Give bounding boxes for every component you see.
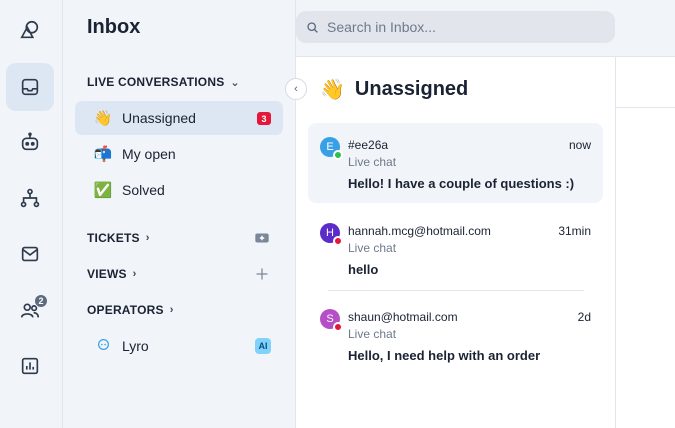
avatar-initial: E bbox=[326, 141, 334, 153]
check-icon: ✅ bbox=[93, 181, 113, 199]
ai-badge: AI bbox=[255, 338, 271, 354]
flows-icon[interactable] bbox=[6, 174, 54, 222]
conversation-time: now bbox=[568, 138, 591, 152]
analytics-icon[interactable] bbox=[6, 342, 54, 390]
offline-status-dot bbox=[333, 322, 343, 332]
unassigned-count-badge: 3 bbox=[257, 112, 271, 125]
search-input[interactable] bbox=[327, 19, 597, 35]
nav-item-unassigned[interactable]: 👋 Unassigned 3 bbox=[75, 101, 283, 135]
conversation-name: #ee26a bbox=[348, 138, 389, 152]
chevron-right-icon: › bbox=[132, 268, 137, 280]
avatar: H bbox=[320, 223, 343, 246]
nav-item-solved[interactable]: ✅ Solved bbox=[75, 173, 283, 207]
search-box bbox=[296, 11, 615, 43]
list-header: 👋 Unassigned bbox=[320, 77, 468, 102]
conversation-message: Hello, I need help with an order bbox=[348, 348, 541, 363]
conversation-item[interactable]: S shaun@hotmail.com 2d Live chat Hello, … bbox=[308, 295, 603, 375]
chevron-right-icon: › bbox=[145, 232, 150, 244]
lyro-bot-icon bbox=[93, 338, 113, 354]
divider bbox=[328, 290, 584, 291]
ticket-plus-icon bbox=[255, 233, 269, 243]
conversation-panel-header bbox=[616, 57, 675, 108]
top-bar bbox=[296, 0, 675, 57]
avatar-initial: H bbox=[326, 227, 334, 239]
operators-count-badge: 2 bbox=[34, 294, 48, 308]
operators-header[interactable]: OPERATORS › bbox=[87, 303, 174, 317]
chevron-down-icon: ⌄ bbox=[230, 76, 240, 89]
nav-item-label: Lyro bbox=[122, 338, 149, 354]
conversation-message: hello bbox=[348, 262, 379, 277]
mail-icon[interactable] bbox=[6, 230, 54, 278]
avatar: E bbox=[320, 137, 343, 160]
offline-status-dot bbox=[333, 236, 343, 246]
nav-item-label: Solved bbox=[122, 182, 165, 198]
conversation-channel: Live chat bbox=[348, 155, 397, 169]
inbox-sidebar: Inbox LIVE CONVERSATIONS ⌄ 👋 Unassigned … bbox=[63, 0, 296, 428]
nav-item-my-open[interactable]: 📬 My open bbox=[75, 137, 283, 171]
live-conversations-header[interactable]: LIVE CONVERSATIONS ⌄ bbox=[87, 75, 240, 89]
collapse-sidebar-button[interactable]: ‹ bbox=[285, 78, 307, 100]
tickets-header[interactable]: TICKETS › bbox=[87, 231, 150, 245]
conversation-time: 2d bbox=[577, 310, 591, 324]
add-view-button[interactable] bbox=[253, 265, 271, 283]
nav-item-label: My open bbox=[122, 146, 176, 162]
wave-icon: 👋 bbox=[320, 79, 345, 101]
conversation-name: hannah.mcg@hotmail.com bbox=[348, 224, 491, 238]
avatar: S bbox=[320, 309, 343, 332]
chevron-left-icon: ‹ bbox=[294, 83, 298, 95]
conversation-item[interactable]: E #ee26a now Live chat Hello! I have a c… bbox=[308, 123, 603, 203]
conversation-channel: Live chat bbox=[348, 327, 397, 341]
wave-icon: 👋 bbox=[93, 109, 113, 127]
list-title: Unassigned bbox=[354, 78, 469, 100]
views-header[interactable]: VIEWS › bbox=[87, 267, 137, 281]
section-label: OPERATORS bbox=[87, 303, 164, 317]
plus-icon bbox=[256, 268, 268, 280]
conversation-item[interactable]: H hannah.mcg@hotmail.com 31min Live chat… bbox=[308, 209, 603, 289]
conversation-name: shaun@hotmail.com bbox=[348, 310, 458, 324]
shapes-icon[interactable] bbox=[6, 6, 54, 54]
page-title: Inbox bbox=[87, 16, 141, 38]
nav-item-label: Unassigned bbox=[122, 110, 196, 126]
section-label: VIEWS bbox=[87, 267, 127, 281]
nav-item-lyro[interactable]: Lyro AI bbox=[75, 329, 283, 363]
conversation-message: Hello! I have a couple of questions :) bbox=[348, 176, 575, 191]
online-status-dot bbox=[333, 150, 343, 160]
conversation-channel: Live chat bbox=[348, 241, 397, 255]
bot-icon[interactable] bbox=[6, 118, 54, 166]
conversation-time: 31min bbox=[558, 224, 591, 238]
conversation-panel bbox=[616, 57, 675, 428]
section-label: TICKETS bbox=[87, 231, 140, 245]
conversation-list: 👋 Unassigned E #ee26a now Live chat Hell… bbox=[296, 57, 616, 428]
mailbox-icon: 📬 bbox=[93, 145, 113, 163]
chevron-right-icon: › bbox=[169, 304, 174, 316]
icon-rail: 2 bbox=[0, 0, 63, 428]
inbox-icon[interactable] bbox=[6, 63, 54, 111]
operators-icon[interactable]: 2 bbox=[6, 286, 54, 334]
avatar-initial: S bbox=[326, 313, 334, 325]
search-icon bbox=[307, 21, 318, 33]
add-ticket-button[interactable] bbox=[253, 229, 271, 247]
section-label: LIVE CONVERSATIONS bbox=[87, 75, 225, 89]
